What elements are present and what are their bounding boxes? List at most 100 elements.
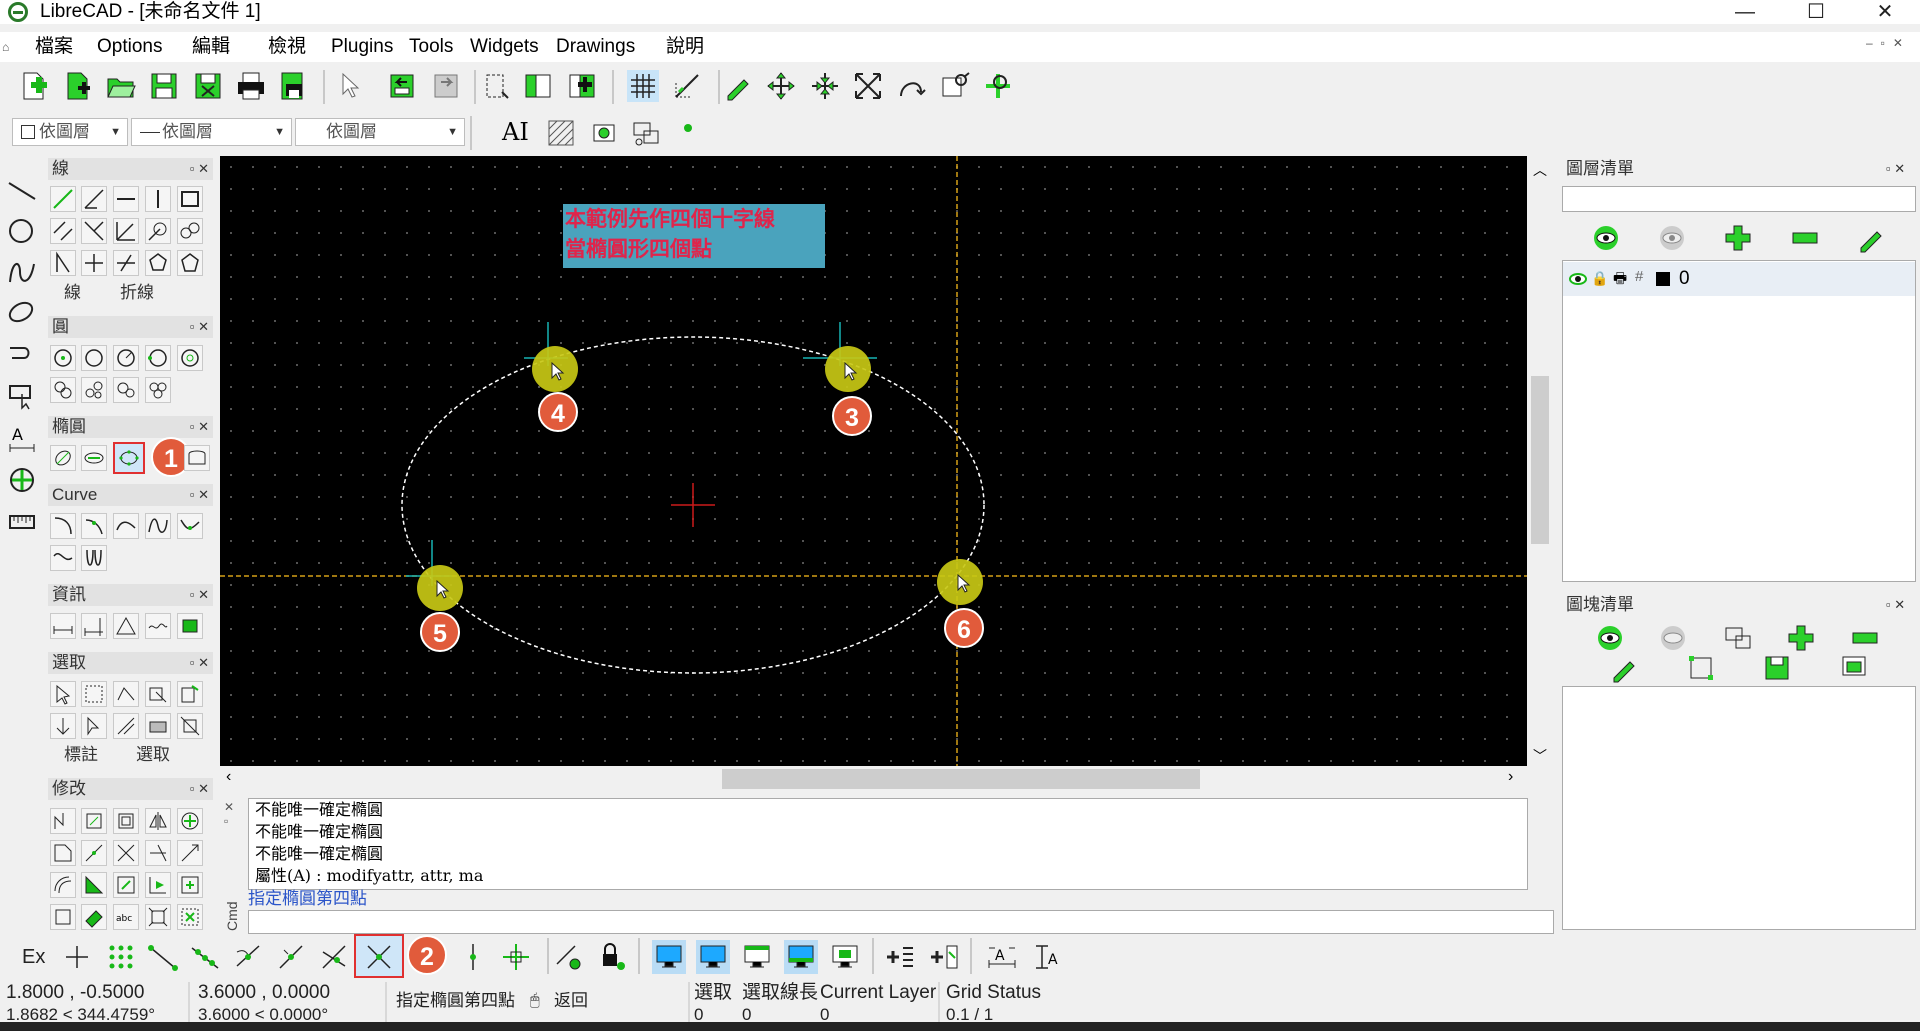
select-intersected-icon[interactable]	[145, 681, 171, 707]
deselect-all-icon[interactable]	[50, 713, 76, 739]
layer-construction-icon[interactable]: #	[1635, 268, 1643, 285]
zoom-window-icon[interactable]	[939, 70, 971, 102]
print-icon[interactable]	[235, 70, 267, 102]
modify-move-icon[interactable]	[50, 808, 76, 834]
line-polygon-center-icon[interactable]	[113, 250, 139, 276]
panel-float-close-icon[interactable]: ▫ ✕	[190, 584, 209, 606]
open-file-icon[interactable]	[105, 70, 137, 102]
text-dimension-icon[interactable]: A	[985, 940, 1019, 974]
modify-mirror-icon[interactable]	[145, 808, 171, 834]
create-block-icon[interactable]	[1722, 622, 1754, 654]
circle-radius-icon[interactable]	[145, 345, 171, 371]
save-block-icon[interactable]	[1761, 652, 1793, 684]
new-file-icon[interactable]	[18, 70, 50, 102]
info-area-icon[interactable]	[177, 613, 203, 639]
zoom-pan-icon[interactable]	[982, 70, 1014, 102]
snap-distance-icon[interactable]	[317, 940, 351, 974]
circle-tan3-icon[interactable]	[81, 377, 107, 403]
canvas-hscroll-thumb[interactable]	[722, 769, 1200, 789]
line-horizontal-icon[interactable]	[113, 186, 139, 212]
save-icon[interactable]	[148, 70, 180, 102]
circle-tan2-icon[interactable]	[50, 377, 76, 403]
mdi-window-controls[interactable]: –▫✕	[1866, 36, 1911, 50]
panel-float-close-icon[interactable]: ▫ ✕	[190, 778, 209, 800]
hatch-icon[interactable]	[545, 117, 577, 149]
layer-panel-float-close-icon[interactable]: ▫ ✕	[1886, 158, 1905, 180]
remove-block-icon[interactable]	[1849, 622, 1881, 654]
snap-center-icon[interactable]	[231, 940, 265, 974]
rename-block-icon[interactable]	[1608, 652, 1640, 684]
snap-point-6[interactable]	[937, 559, 983, 605]
zoom-in-icon[interactable]	[765, 70, 797, 102]
menu-widgets[interactable]: Widgets	[470, 34, 539, 60]
show-all-blocks-icon[interactable]	[1594, 622, 1626, 654]
drawing-canvas[interactable]: 本範例先作四個十字線 當橢圓形四個點 4 3 5 6	[220, 156, 1527, 766]
modify-tool-icon[interactable]	[6, 464, 38, 496]
panel-float-close-icon[interactable]: ▫ ✕	[190, 158, 209, 180]
add-layer-list-icon[interactable]	[927, 940, 961, 974]
menu-tools[interactable]: Tools	[409, 34, 453, 60]
hide-all-layers-icon[interactable]	[1656, 222, 1688, 254]
snap-on-entity-icon[interactable]	[188, 940, 222, 974]
modify-scale-icon[interactable]	[113, 808, 139, 834]
circle-center-point-icon[interactable]	[50, 345, 76, 371]
redo-icon[interactable]	[430, 70, 462, 102]
modify-cut-icon[interactable]	[113, 840, 139, 866]
point-icon[interactable]	[684, 124, 692, 132]
cmd-panel-close-icon[interactable]: ✕ ▫	[224, 800, 234, 828]
select-pointer-icon[interactable]	[333, 70, 365, 102]
snap-grid-icon[interactable]	[104, 940, 138, 974]
select-contour-icon[interactable]	[113, 681, 139, 707]
zoom-auto-icon[interactable]	[852, 70, 884, 102]
panel-float-close-icon[interactable]: ▫ ✕	[190, 652, 209, 674]
modify-attributes-icon[interactable]	[177, 872, 203, 898]
maximize-button[interactable]: ☐	[1786, 0, 1846, 24]
undo-icon[interactable]	[386, 70, 418, 102]
snap-point-3[interactable]	[825, 346, 871, 392]
snap-point-5[interactable]	[417, 565, 463, 611]
menu-edit[interactable]: 編輯	[192, 34, 230, 60]
restrict-orthogonal-icon[interactable]	[499, 940, 533, 974]
arc-tangent-icon[interactable]	[113, 513, 139, 539]
line-2points-icon[interactable]	[50, 186, 76, 212]
color-combo[interactable]: 依圖層 ▼	[12, 118, 128, 146]
menu-options[interactable]: Options	[97, 34, 162, 60]
modify-rotate-icon[interactable]	[81, 808, 107, 834]
zoom-previous-icon[interactable]	[895, 70, 927, 102]
menu-view[interactable]: 檢視	[268, 34, 306, 60]
ellipse-arc-icon[interactable]	[81, 445, 107, 471]
view-monitor-4-icon[interactable]	[784, 940, 818, 974]
line-vertical-icon[interactable]	[145, 186, 171, 212]
info-distance-entity-icon[interactable]	[81, 613, 107, 639]
polyline-tool-icon[interactable]	[6, 338, 38, 370]
image-icon[interactable]	[588, 117, 620, 149]
view-monitor-5-icon[interactable]	[828, 940, 862, 974]
modify-explode-icon[interactable]	[145, 904, 171, 930]
select-window-tool-icon[interactable]	[81, 681, 107, 707]
select-tool-icon[interactable]	[6, 380, 38, 412]
line-tool-icon[interactable]	[6, 175, 38, 207]
modify-lengthen-icon[interactable]	[177, 840, 203, 866]
copy-icon[interactable]	[522, 70, 554, 102]
command-input[interactable]	[248, 910, 1554, 934]
ellipse-axis-icon[interactable]	[50, 445, 76, 471]
view-monitor-2-icon[interactable]	[696, 940, 730, 974]
tab-line[interactable]: 線	[64, 282, 81, 304]
dimension-tool-icon[interactable]: A	[6, 422, 38, 454]
layer-lock-icon[interactable]: 🔒	[1591, 270, 1608, 287]
modify-trim-icon[interactable]	[81, 840, 107, 866]
modify-fillet-icon[interactable]	[113, 872, 139, 898]
text-tool-icon[interactable]: AI	[502, 118, 529, 146]
line-bisector-icon[interactable]	[81, 218, 107, 244]
ellipse-tool-icon[interactable]	[6, 296, 38, 328]
history-scrollbar[interactable]	[1531, 799, 1555, 887]
select-entity-icon[interactable]	[145, 713, 171, 739]
ellipse-4points-icon[interactable]	[113, 442, 145, 474]
snap-endpoint-icon[interactable]	[146, 940, 180, 974]
line-parallel-icon[interactable]	[50, 218, 76, 244]
add-layer-right-icon[interactable]	[883, 940, 917, 974]
snap-middle-icon[interactable]	[274, 940, 308, 974]
line-angle-icon[interactable]	[81, 186, 107, 212]
menu-file[interactable]: 檔案	[35, 34, 73, 60]
tab-select[interactable]: 選取	[136, 744, 170, 766]
